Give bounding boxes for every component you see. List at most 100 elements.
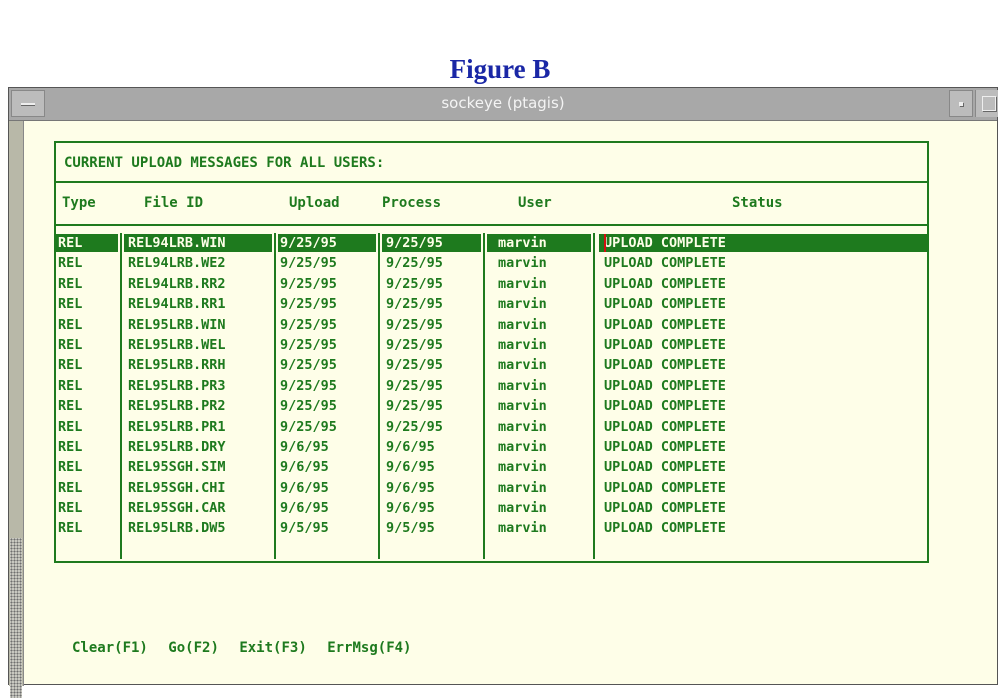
- errmsg-f4-key[interactable]: ErrMsg(F4): [327, 640, 411, 656]
- table-row[interactable]: REL REL95LRB.DW5 9/5/95 9/5/95 marvin UPLOAD …: [56, 518, 927, 538]
- cell-type: REL: [58, 479, 83, 496]
- table-row[interactable]: REL REL95LRB.WIN 9/25/95 9/25/95 marvin UPLOA…: [56, 315, 927, 335]
- cell-user: marvin: [498, 275, 547, 292]
- text-cursor: [604, 234, 606, 252]
- upload-messages-panel: CURRENT UPLOAD MESSAGES FOR ALL USERS: T…: [54, 141, 929, 563]
- cell-user: marvin: [498, 500, 547, 517]
- cell-process: 9/25/95: [386, 357, 443, 374]
- scroll-thumb[interactable]: [10, 538, 22, 698]
- table-row-selected[interactable]: REL REL94LRB.WIN 9/25/95 9/25/95 marvin UPLOA…: [56, 233, 928, 253]
- table-row[interactable]: REL REL94LRB.WE2 9/25/95 9/25/95 marvin UPLOA…: [56, 253, 927, 273]
- terminal-window: sockeye (ptagis) CURRENT UPLOAD MESSAGES…: [8, 87, 998, 698]
- cell-user: marvin: [498, 520, 547, 537]
- go-f2-key[interactable]: Go(F2): [168, 640, 219, 656]
- title-bar[interactable]: sockeye (ptagis): [9, 88, 998, 121]
- cell-user: marvin: [498, 398, 547, 415]
- col-user: User: [518, 195, 552, 211]
- scrollbar[interactable]: [9, 121, 24, 698]
- table-row[interactable]: REL REL95LRB.PR3 9/25/95 9/25/95 marvin UPLOA…: [56, 376, 927, 396]
- cell-status: UPLOAD COMPLETE: [604, 275, 726, 292]
- cell-process: 9/6/95: [386, 438, 435, 455]
- cell-status: UPLOAD COMPLETE: [604, 255, 726, 272]
- cell-upload: 9/25/95: [280, 336, 337, 353]
- function-key-bar: Clear(F1) Go(F2) Exit(F3) ErrMsg(F4): [72, 640, 423, 656]
- cell-upload: 9/25/95: [280, 296, 337, 313]
- cell-file-id: REL94LRB.WE2: [128, 255, 226, 272]
- cell-upload: 9/25/95: [280, 255, 337, 272]
- cell-upload: 9/6/95: [280, 479, 329, 496]
- cell-process: 9/25/95: [386, 398, 443, 415]
- cell-type: REL: [58, 275, 83, 292]
- cell-user: marvin: [498, 459, 547, 476]
- cell-user: marvin: [498, 336, 547, 353]
- cell-type: REL: [58, 418, 83, 435]
- cell-user: marvin: [498, 357, 547, 374]
- table-row[interactable]: REL REL95SGH.CHI 9/6/95 9/6/95 marvin UPLOAD …: [56, 478, 927, 498]
- cell-type: REL: [58, 398, 83, 415]
- cell-type: REL: [58, 357, 83, 374]
- table-row[interactable]: REL REL95LRB.DRY 9/6/95 9/6/95 marvin UPLOAD …: [56, 437, 927, 457]
- cell-status: UPLOAD COMPLETE: [604, 479, 726, 496]
- col-file-id: File ID: [144, 195, 204, 211]
- cell-upload: 9/25/95: [280, 377, 337, 394]
- minimize-icon: [959, 102, 963, 106]
- cell-type: REL: [58, 336, 83, 353]
- cell-upload: 9/25/95: [280, 275, 337, 292]
- cell-file-id: REL95LRB.PR3: [128, 377, 226, 394]
- minimize-button[interactable]: [949, 90, 973, 117]
- cell-process: 9/6/95: [386, 479, 435, 496]
- cell-file-id: REL94LRB.WIN: [128, 235, 226, 251]
- cell-type: REL: [58, 235, 83, 251]
- table-row[interactable]: REL REL94LRB.RR2 9/25/95 9/25/95 marvin UPLOA…: [56, 274, 927, 294]
- cell-file-id: REL95LRB.WEL: [128, 336, 226, 353]
- cell-type: REL: [58, 316, 83, 333]
- cell-upload: 9/6/95: [280, 500, 329, 517]
- cell-file-id: REL95SGH.CHI: [128, 479, 226, 496]
- cell-process: 9/25/95: [386, 377, 443, 394]
- cell-type: REL: [58, 255, 83, 272]
- maximize-icon: [982, 96, 996, 111]
- cell-user: marvin: [498, 418, 547, 435]
- cell-type: REL: [58, 459, 83, 476]
- cell-file-id: REL95LRB.RRH: [128, 357, 226, 374]
- cell-status: UPLOAD COMPLETE: [604, 296, 726, 313]
- table-row[interactable]: REL REL95LRB.PR2 9/25/95 9/25/95 marvin UPLOA…: [56, 396, 927, 416]
- cell-type: REL: [58, 296, 83, 313]
- cell-user: marvin: [498, 296, 547, 313]
- col-type: Type: [62, 195, 96, 211]
- maximize-button[interactable]: [975, 90, 998, 117]
- cell-upload: 9/25/95: [280, 357, 337, 374]
- exit-f3-key[interactable]: Exit(F3): [239, 640, 306, 656]
- cell-user: marvin: [498, 479, 547, 496]
- cell-upload: 9/6/95: [280, 459, 329, 476]
- table-row[interactable]: REL REL95LRB.RRH 9/25/95 9/25/95 marvin UPLOA…: [56, 355, 927, 375]
- cell-status: UPLOAD COMPLETE: [604, 336, 726, 353]
- cell-upload: 9/25/95: [280, 418, 337, 435]
- cell-upload: 9/25/95: [280, 235, 337, 251]
- cell-file-id: REL95SGH.CAR: [128, 500, 226, 517]
- cell-file-id: REL95SGH.SIM: [128, 459, 226, 476]
- table-row[interactable]: REL REL95SGH.CAR 9/6/95 9/6/95 marvin UPLOAD …: [56, 498, 927, 518]
- cell-type: REL: [58, 438, 83, 455]
- cell-process: 9/25/95: [386, 255, 443, 272]
- cell-file-id: REL95LRB.DW5: [128, 520, 226, 537]
- table-row[interactable]: REL REL95LRB.WEL 9/25/95 9/25/95 marvin UPLOA…: [56, 335, 927, 355]
- cell-status: UPLOAD COMPLETE: [604, 377, 726, 394]
- cell-status: UPLOAD COMPLETE: [604, 235, 726, 251]
- cell-upload: 9/5/95: [280, 520, 329, 537]
- cell-upload: 9/25/95: [280, 316, 337, 333]
- cell-upload: 9/6/95: [280, 438, 329, 455]
- cell-user: marvin: [498, 377, 547, 394]
- table-row[interactable]: REL REL95LRB.PR1 9/25/95 9/25/95 marvin UPLOA…: [56, 417, 927, 437]
- cell-type: REL: [58, 500, 83, 517]
- cell-file-id: REL95LRB.DRY: [128, 438, 226, 455]
- cell-type: REL: [58, 377, 83, 394]
- table-row[interactable]: REL REL95SGH.SIM 9/6/95 9/6/95 marvin UPLOAD …: [56, 457, 927, 477]
- cell-status: UPLOAD COMPLETE: [604, 459, 726, 476]
- cell-upload: 9/25/95: [280, 398, 337, 415]
- table-row[interactable]: REL REL94LRB.RR1 9/25/95 9/25/95 marvin UPLOA…: [56, 294, 927, 314]
- cell-status: UPLOAD COMPLETE: [604, 500, 726, 517]
- clear-f1-key[interactable]: Clear(F1): [72, 640, 148, 656]
- cell-status: UPLOAD COMPLETE: [604, 438, 726, 455]
- cell-process: 9/25/95: [386, 275, 443, 292]
